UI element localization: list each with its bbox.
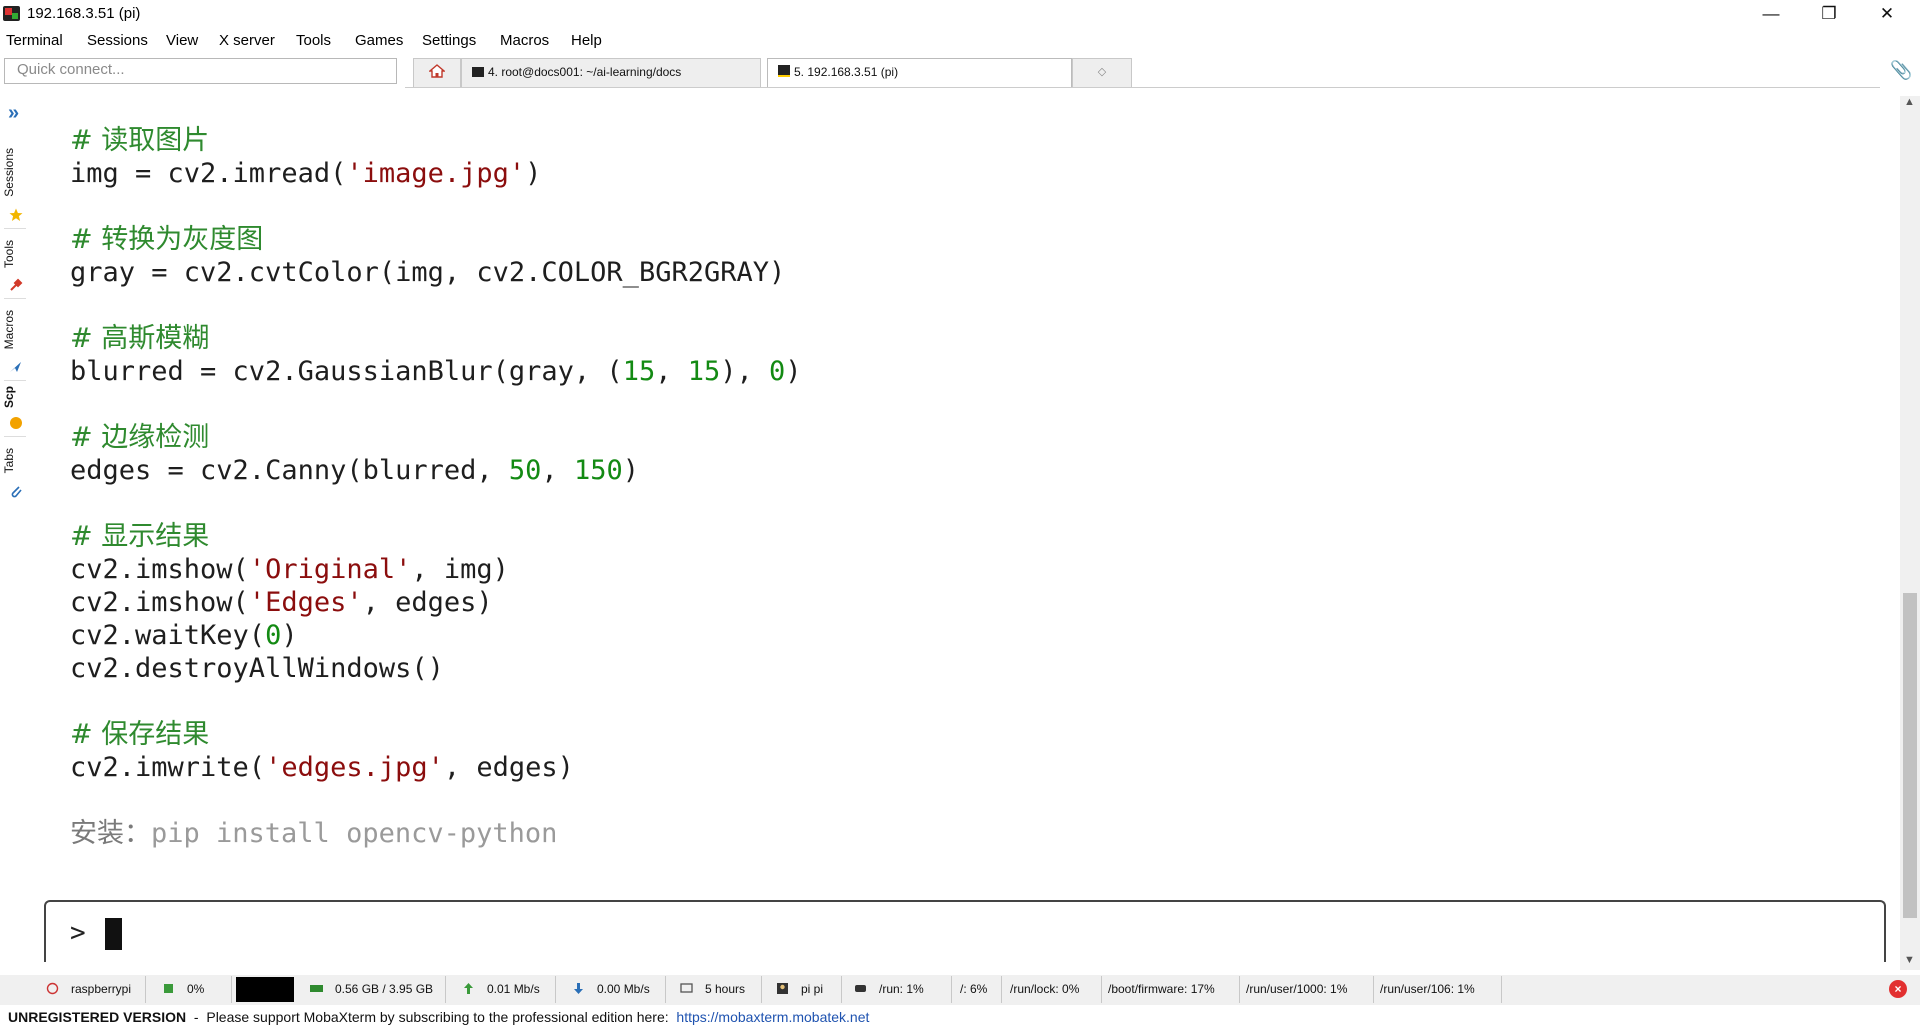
raspberry-icon — [46, 982, 59, 995]
code-comment: # 显示结果 — [70, 521, 210, 552]
menu-terminal[interactable]: Terminal — [6, 32, 63, 49]
status-user: pi pi — [762, 976, 842, 1003]
tab-session-5[interactable]: 5. 192.168.3.51 (pi) — [767, 58, 1072, 87]
command-input-box[interactable] — [44, 900, 1886, 962]
scrollbar-thumb[interactable] — [1903, 593, 1917, 918]
menu-x-server[interactable]: X server — [219, 32, 275, 49]
code-line: cv2.waitKey(0) — [70, 620, 298, 651]
window-title: 192.168.3.51 (pi) — [27, 5, 141, 22]
cpu-graph — [236, 977, 294, 1002]
divider — [4, 228, 26, 229]
status-disk-run-user-1000: /run/user/1000: 1% — [1240, 976, 1374, 1003]
side-tab-tabs[interactable]: Tabs — [2, 448, 16, 473]
title-bar: 192.168.3.51 (pi) — ❐ ✕ — [0, 0, 1920, 28]
status-cpu: 0% — [146, 976, 232, 1003]
status-disk-run-lock: /run/lock: 0% — [1002, 976, 1102, 1003]
install-hint: 安装：pip install opencv-python — [70, 818, 558, 849]
status-disk-run: /run: 1% — [842, 976, 952, 1003]
memory-icon — [310, 985, 323, 992]
tab-session-5-label: 5. 192.168.3.51 (pi) — [794, 65, 899, 79]
code-comment: # 读取图片 — [70, 125, 210, 156]
session-tab-strip: 4. root@docs001: ~/ai-learning/docs 5. 1… — [405, 58, 1865, 88]
macros-icon — [10, 362, 21, 372]
star-icon — [9, 208, 23, 221]
download-arrow-icon — [574, 983, 583, 994]
close-session-icon[interactable]: × — [1889, 980, 1907, 998]
close-button[interactable]: ✕ — [1858, 0, 1916, 28]
expand-sidebar-icon[interactable]: » — [8, 102, 19, 125]
unregistered-label: UNREGISTERED VERSION — [8, 1009, 187, 1025]
status-host: raspberrypi — [32, 976, 146, 1003]
status-upload: 0.01 Mb/s — [446, 976, 556, 1003]
disk-icon — [855, 985, 866, 992]
side-tab-scp[interactable]: Scp — [2, 386, 16, 408]
tab-session-4-label: 4. root@docs001: ~/ai-learning/docs — [488, 65, 682, 79]
menu-games[interactable]: Games — [355, 32, 403, 49]
code-line: cv2.imshow('Original', img) — [70, 554, 509, 585]
menu-settings[interactable]: Settings — [422, 32, 476, 49]
restore-button[interactable]: ❐ — [1800, 0, 1858, 28]
paperclip-icon[interactable]: 📎 — [1890, 60, 1912, 81]
status-download: 0.00 Mb/s — [556, 976, 666, 1003]
tools-icon — [10, 278, 23, 291]
paperclip-icon — [11, 486, 22, 498]
tab-session-4[interactable]: 4. root@docs001: ~/ai-learning/docs — [461, 58, 761, 87]
code-line: gray = cv2.cvtColor(img, cv2.COLOR_BGR2G… — [70, 257, 786, 288]
tab-divider — [405, 87, 1880, 88]
code-comment: # 保存结果 — [70, 719, 210, 750]
code-comment: # 高斯模糊 — [70, 323, 210, 354]
status-uptime: 5 hours — [666, 976, 762, 1003]
menu-help[interactable]: Help — [571, 32, 602, 49]
quick-connect-input[interactable]: Quick connect... — [4, 58, 397, 84]
code-comment: # 边缘检测 — [70, 422, 210, 453]
minimize-button[interactable]: — — [1742, 0, 1800, 28]
scp-icon — [10, 417, 22, 429]
upload-arrow-icon — [464, 983, 473, 994]
divider — [4, 298, 26, 299]
cpu-icon — [164, 984, 173, 993]
notice-text: - Please support MobaXterm by subscribin… — [186, 1009, 677, 1025]
side-tab-tools[interactable]: Tools — [2, 240, 16, 268]
side-tab-sessions[interactable]: Sessions — [2, 148, 16, 197]
terminal-icon — [778, 65, 790, 77]
code-line: cv2.imwrite('edges.jpg', edges) — [70, 752, 574, 783]
user-icon — [777, 983, 788, 994]
code-line: img = cv2.imread('image.jpg') — [70, 158, 542, 189]
status-disk-root: /: 6% — [952, 976, 1002, 1003]
code-line: cv2.imshow('Edges', edges) — [70, 587, 493, 618]
menu-tools[interactable]: Tools — [296, 32, 331, 49]
code-line: cv2.destroyAllWindows() — [70, 653, 444, 684]
menu-bar: Terminal Sessions View X server Tools Ga… — [0, 29, 1920, 53]
home-icon — [428, 64, 446, 78]
mobaxterm-link[interactable]: https://mobaxterm.mobatek.net — [676, 1009, 869, 1025]
home-tab[interactable] — [413, 58, 461, 87]
scroll-down-icon[interactable]: ▼ — [1904, 954, 1915, 966]
scroll-up-icon[interactable]: ▲ — [1904, 96, 1915, 108]
monitor-icon — [680, 983, 693, 993]
side-tab-macros[interactable]: Macros — [2, 310, 16, 349]
divider — [4, 380, 26, 381]
mobaxterm-app-icon — [3, 6, 20, 21]
plus-icon: ◇ — [1097, 66, 1107, 78]
status-disk-run-user-106: /run/user/106: 1% — [1374, 976, 1502, 1003]
divider — [4, 436, 26, 437]
new-tab-button[interactable]: ◇ — [1072, 58, 1132, 87]
code-line: blurred = cv2.GaussianBlur(gray, (15, 15… — [70, 356, 802, 387]
menu-view[interactable]: View — [166, 32, 198, 49]
unregistered-notice: UNREGISTERED VERSION - Please support Mo… — [8, 1009, 869, 1025]
text-cursor — [105, 918, 122, 950]
status-memory: 0.56 GB / 3.95 GB — [298, 976, 446, 1003]
status-disk-boot: /boot/firmware: 17% — [1102, 976, 1240, 1003]
menu-sessions[interactable]: Sessions — [87, 32, 148, 49]
code-comment: # 转换为灰度图 — [70, 224, 264, 255]
menu-macros[interactable]: Macros — [500, 32, 549, 49]
prompt-symbol: > — [70, 918, 86, 948]
terminal-output: # 读取图片 img = cv2.imread('image.jpg') # 转… — [36, 124, 802, 883]
code-line: edges = cv2.Canny(blurred, 50, 150) — [70, 455, 639, 486]
terminal-icon — [472, 67, 484, 77]
